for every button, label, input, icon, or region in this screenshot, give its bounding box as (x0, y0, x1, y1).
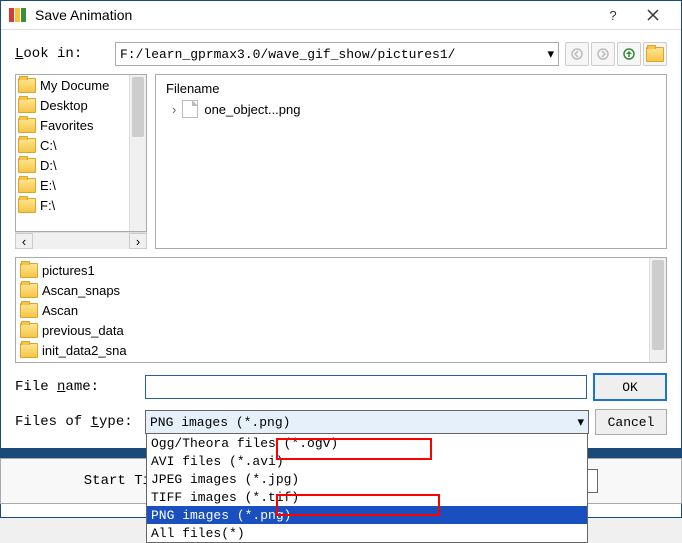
forward-button[interactable] (591, 42, 615, 66)
folder-item[interactable]: previous_data (18, 320, 664, 340)
scrollbar-vertical[interactable] (649, 258, 666, 362)
drive-item-label: My Docume (40, 78, 109, 93)
folder-item-label: init_data2_sna (42, 343, 127, 358)
drive-list[interactable]: My Docume Desktop Favorites C:\ D:\ E:\ F:\ (15, 74, 147, 232)
folder-icon (20, 323, 38, 338)
folder-icon (20, 343, 38, 358)
folder-item[interactable]: Ascan_snaps (18, 280, 664, 300)
folder-item-label: Ascan (42, 303, 78, 318)
drive-item-label: D:\ (40, 158, 57, 173)
folder-icon (18, 118, 36, 133)
close-button[interactable] (633, 1, 673, 29)
drive-item[interactable]: Desktop (16, 95, 146, 115)
folder-item-label: pictures1 (42, 263, 95, 278)
filetype-option[interactable]: PNG images (*.png) (147, 506, 587, 524)
drive-item[interactable]: D:\ (16, 155, 146, 175)
folder-icon (20, 263, 38, 278)
filetypes-label: Files of type: (15, 414, 145, 430)
chevron-down-icon: ▾ (577, 415, 584, 430)
filename-column-header[interactable]: Filename (166, 81, 656, 96)
up-button[interactable] (617, 42, 641, 66)
filetype-dropdown-list[interactable]: Ogg/Theora files (*.ogv)AVI files (*.avi… (146, 433, 588, 543)
drive-item[interactable]: C:\ (16, 135, 146, 155)
folder-item[interactable]: init_data2_sna (18, 340, 664, 360)
lookin-label: Look in: (15, 46, 115, 62)
help-button[interactable]: ? (593, 1, 633, 29)
path-dropdown[interactable]: F:/learn_gprmax3.0/wave_gif_show/picture… (115, 42, 559, 66)
drive-item-label: Favorites (40, 118, 93, 133)
file-item-label: one_object...png (204, 102, 300, 117)
drive-item-label: E:\ (40, 178, 56, 193)
back-button[interactable] (565, 42, 589, 66)
app-icon (9, 6, 27, 24)
folder-icon (18, 158, 36, 173)
ok-button[interactable]: OK (593, 373, 667, 401)
folder-icon (18, 198, 36, 213)
drive-item-label: F:\ (40, 198, 55, 213)
folder-icon (18, 78, 36, 93)
drive-item[interactable]: F:\ (16, 195, 146, 215)
filetype-option[interactable]: JPEG images (*.jpg) (147, 470, 587, 488)
chevron-down-icon: ▾ (547, 47, 554, 62)
filetype-option[interactable]: Ogg/Theora files (*.ogv) (147, 434, 587, 452)
filename-input[interactable] (145, 375, 587, 399)
drive-item[interactable]: My Docume (16, 75, 146, 95)
folder-item[interactable]: Ascan (18, 300, 664, 320)
save-animation-dialog: Save Animation ? Look in: F:/learn_gprma… (0, 0, 682, 518)
folder-icon (20, 283, 38, 298)
file-item[interactable]: › one_object...png (172, 100, 656, 118)
drive-item[interactable]: Favorites (16, 115, 146, 135)
title-bar: Save Animation ? (1, 1, 681, 30)
folder-item-label: previous_data (42, 323, 124, 338)
file-icon (182, 100, 198, 118)
filename-label: File name: (15, 379, 145, 395)
scrollbar-vertical[interactable] (129, 75, 146, 231)
filetype-dropdown[interactable]: PNG images (*.png)▾ Ogg/Theora files (*.… (145, 410, 589, 434)
scrollbar-horizontal[interactable]: ‹› (15, 232, 147, 249)
chevron-right-icon: › (172, 102, 176, 117)
cancel-button[interactable]: Cancel (595, 409, 667, 435)
dialog-body: Look in: F:/learn_gprmax3.0/wave_gif_sho… (1, 30, 681, 455)
folder-icon (18, 178, 36, 193)
filetype-option[interactable]: TIFF images (*.tif) (147, 488, 587, 506)
folder-list[interactable]: pictures1 Ascan_snaps Ascan previous_datain… (15, 257, 667, 363)
file-list-pane[interactable]: Filename › one_object...png (155, 74, 667, 249)
folder-item[interactable]: pictures1 (18, 260, 664, 280)
folder-item-label: Ascan_snaps (42, 283, 120, 298)
drive-item-label: C:\ (40, 138, 57, 153)
drive-list-pane: My Docume Desktop Favorites C:\ D:\ E:\ F:\ ‹› (15, 74, 147, 249)
filetype-option[interactable]: All files(*) (147, 524, 587, 542)
folder-icon (18, 138, 36, 153)
window-title: Save Animation (35, 7, 593, 23)
drive-item[interactable]: E:\ (16, 175, 146, 195)
folder-icon (20, 303, 38, 318)
new-folder-button[interactable] (643, 42, 667, 66)
filetype-option[interactable]: AVI files (*.avi) (147, 452, 587, 470)
drive-item-label: Desktop (40, 98, 88, 113)
folder-icon (18, 98, 36, 113)
